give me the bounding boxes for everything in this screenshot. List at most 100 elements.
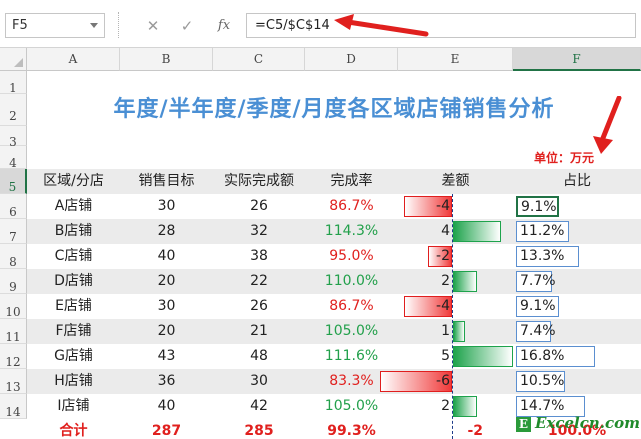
- total-actual: 285: [244, 423, 274, 439]
- row-header-2[interactable]: 2: [0, 94, 27, 126]
- column-header-f[interactable]: F: [513, 48, 641, 71]
- row-header-4[interactable]: 4: [0, 146, 27, 170]
- diff-cell[interactable]: 1: [420, 319, 450, 344]
- store-cell[interactable]: B店铺: [27, 219, 120, 244]
- target-cell[interactable]: 40: [120, 394, 213, 419]
- select-all-corner[interactable]: [0, 48, 27, 71]
- table-row: H店铺 36 30 83.3% -6 10.5%: [27, 369, 641, 394]
- chevron-down-icon[interactable]: [90, 23, 98, 28]
- row-header-14[interactable]: 14: [0, 394, 27, 419]
- rate-cell[interactable]: 111.6%: [305, 344, 398, 369]
- formula-text: =C5/$C$14: [255, 18, 330, 33]
- header-actual: 实际完成额: [224, 173, 294, 189]
- sheet-area[interactable]: 年度/半年度/季度/月度各区域店铺销售分析 单位：万元 区域/分店 销售目标 实…: [27, 71, 641, 439]
- share-cell[interactable]: 7.4%: [516, 321, 556, 342]
- rate-cell[interactable]: 105.0%: [305, 319, 398, 344]
- spreadsheet-grid: ABCDEF 1 2 3 4 5 6 7 8 9 10 11 12 13 14 年度/半年度/季度/月度各…: [0, 48, 641, 439]
- watermark-logo: E Excelcn.com: [516, 414, 640, 436]
- row-header-7[interactable]: 7: [0, 219, 27, 244]
- row-header-6[interactable]: 6: [0, 194, 27, 219]
- rate-cell[interactable]: 95.0%: [305, 244, 398, 269]
- diff-cell[interactable]: -6: [420, 369, 450, 394]
- target-cell[interactable]: 40: [120, 244, 213, 269]
- column-header-b[interactable]: B: [120, 48, 213, 71]
- share-cell[interactable]: 9.1%: [516, 296, 559, 317]
- total-diff: -2: [467, 423, 483, 439]
- diff-cell[interactable]: -2: [420, 244, 450, 269]
- target-cell[interactable]: 20: [120, 319, 213, 344]
- target-cell[interactable]: 30: [120, 294, 213, 319]
- diff-data-bar: [453, 346, 513, 367]
- row-header-9[interactable]: 9: [0, 269, 27, 294]
- name-box[interactable]: F5: [5, 13, 105, 38]
- row-header-8[interactable]: 8: [0, 244, 27, 269]
- share-cell[interactable]: 10.5%: [516, 371, 565, 392]
- annotation-arrow-formula: [334, 14, 429, 37]
- row-header-3[interactable]: 3: [0, 126, 27, 149]
- actual-cell[interactable]: 21: [213, 319, 305, 344]
- actual-cell[interactable]: 48: [213, 344, 305, 369]
- target-cell[interactable]: 36: [120, 369, 213, 394]
- target-cell[interactable]: 30: [120, 194, 213, 219]
- store-cell[interactable]: C店铺: [27, 244, 120, 269]
- diff-data-bar: [453, 271, 477, 292]
- store-cell[interactable]: G店铺: [27, 344, 120, 369]
- share-cell[interactable]: 7.7%: [516, 271, 556, 292]
- row-header-5[interactable]: 5: [0, 169, 27, 194]
- actual-cell[interactable]: 26: [213, 194, 305, 219]
- diff-cell[interactable]: 2: [420, 394, 450, 419]
- actual-cell[interactable]: 22: [213, 269, 305, 294]
- row-header-10[interactable]: 10: [0, 294, 27, 319]
- diff-cell[interactable]: 4: [420, 219, 450, 244]
- formula-input[interactable]: =C5/$C$14: [246, 13, 636, 38]
- actual-cell[interactable]: 38: [213, 244, 305, 269]
- row-header-11[interactable]: 11: [0, 319, 27, 344]
- name-box-value: F5: [12, 18, 28, 33]
- row-header-1[interactable]: 1: [0, 71, 27, 95]
- share-cell[interactable]: 13.3%: [516, 246, 579, 267]
- header-region: 区域/分店: [43, 173, 104, 189]
- diff-cell[interactable]: -4: [420, 194, 450, 219]
- header-target: 销售目标: [138, 173, 195, 189]
- insert-function-icon[interactable]: fx: [213, 15, 235, 37]
- column-header-e[interactable]: E: [398, 48, 513, 71]
- store-cell[interactable]: H店铺: [27, 369, 120, 394]
- cancel-icon[interactable]: ✕: [142, 15, 164, 37]
- actual-cell[interactable]: 42: [213, 394, 305, 419]
- column-header-a[interactable]: A: [27, 48, 120, 71]
- rate-cell[interactable]: 114.3%: [305, 219, 398, 244]
- diff-cell[interactable]: 2: [420, 269, 450, 294]
- total-rate: 99.3%: [327, 423, 376, 439]
- store-cell[interactable]: A店铺: [27, 194, 120, 219]
- rate-cell[interactable]: 86.7%: [305, 294, 398, 319]
- total-target: 287: [151, 423, 182, 439]
- actual-cell[interactable]: 30: [213, 369, 305, 394]
- target-cell[interactable]: 43: [120, 344, 213, 369]
- diff-cell[interactable]: 5: [420, 344, 450, 369]
- target-cell[interactable]: 28: [120, 219, 213, 244]
- share-cell[interactable]: 16.8%: [516, 346, 595, 367]
- column-header-c[interactable]: C: [213, 48, 305, 71]
- store-cell[interactable]: F店铺: [27, 319, 120, 344]
- share-cell[interactable]: 11.2%: [516, 221, 569, 242]
- store-cell[interactable]: I店铺: [27, 394, 120, 419]
- actual-cell[interactable]: 26: [213, 294, 305, 319]
- row-header-12[interactable]: 12: [0, 344, 27, 369]
- actual-cell[interactable]: 32: [213, 219, 305, 244]
- header-row: 区域/分店 销售目标 实际完成额 完成率 差额 占比: [27, 169, 641, 194]
- table-row: G店铺 43 48 111.6% 5 16.8%: [27, 344, 641, 369]
- rate-cell[interactable]: 86.7%: [305, 194, 398, 219]
- total-label: 合计: [59, 423, 88, 439]
- confirm-icon[interactable]: ✓: [176, 15, 198, 37]
- diff-cell[interactable]: -4: [420, 294, 450, 319]
- rate-cell[interactable]: 105.0%: [305, 394, 398, 419]
- table-row: A店铺 30 26 86.7% -4 9.1%: [27, 194, 641, 219]
- store-cell[interactable]: E店铺: [27, 294, 120, 319]
- rate-cell[interactable]: 110.0%: [305, 269, 398, 294]
- target-cell[interactable]: 20: [120, 269, 213, 294]
- table-row: C店铺 40 38 95.0% -2 13.3%: [27, 244, 641, 269]
- row-header-13[interactable]: 13: [0, 369, 27, 394]
- store-cell[interactable]: D店铺: [27, 269, 120, 294]
- column-header-d[interactable]: D: [305, 48, 398, 71]
- share-cell-selected[interactable]: 9.1%: [516, 196, 559, 217]
